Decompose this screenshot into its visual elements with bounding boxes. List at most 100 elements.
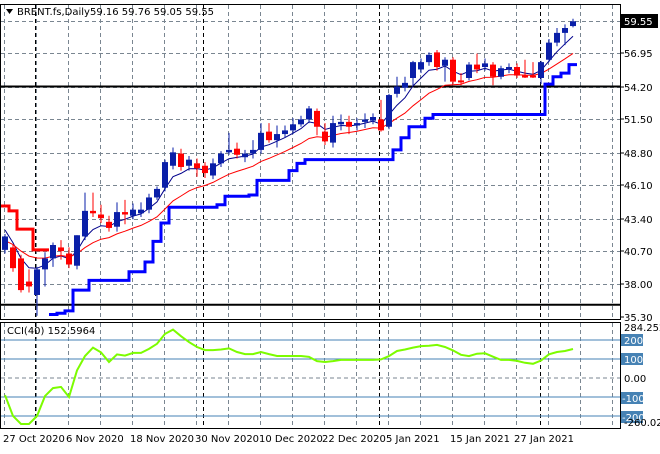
bearish-candle bbox=[98, 214, 104, 219]
bullish-candle bbox=[2, 236, 8, 250]
bearish-candle bbox=[522, 75, 528, 78]
bearish-candle bbox=[234, 148, 240, 155]
date-label: 27 Oct 2020 bbox=[3, 434, 65, 445]
bullish-candle bbox=[498, 68, 504, 77]
bullish-candle bbox=[482, 63, 488, 68]
bearish-candle bbox=[26, 281, 32, 287]
bullish-candle bbox=[218, 153, 224, 164]
bearish-candle bbox=[194, 163, 200, 169]
bullish-candle bbox=[418, 62, 424, 70]
bearish-candle bbox=[378, 119, 384, 131]
bullish-candle bbox=[250, 149, 256, 154]
price-label: 46.10 bbox=[624, 181, 653, 192]
bullish-candle bbox=[298, 119, 304, 125]
brent-daily-chart[interactable]: BRENT.fs,Daily 59.16 59.76 59.05 59.55 5… bbox=[0, 0, 660, 450]
bullish-candle bbox=[154, 188, 160, 198]
bullish-candle bbox=[330, 123, 336, 143]
cci-level-label: 0.00 bbox=[624, 374, 646, 385]
cci-min-label: -260.028 bbox=[624, 418, 660, 429]
bullish-candle bbox=[386, 95, 392, 127]
bearish-candle bbox=[122, 212, 128, 215]
bearish-candle bbox=[18, 258, 24, 291]
bearish-candle bbox=[314, 110, 320, 127]
bullish-candle bbox=[138, 209, 144, 214]
bearish-candle bbox=[450, 59, 456, 82]
bullish-candle bbox=[226, 149, 232, 153]
bullish-candle bbox=[210, 163, 216, 176]
bullish-candle bbox=[50, 244, 56, 259]
date-label: 18 Nov 2020 bbox=[130, 434, 194, 445]
price-label: 38.00 bbox=[624, 280, 653, 291]
bullish-candle bbox=[370, 116, 376, 121]
price-label: 40.70 bbox=[624, 247, 653, 258]
bullish-candle bbox=[242, 153, 248, 158]
bearish-candle bbox=[474, 64, 480, 70]
date-label: 22 Dec 2020 bbox=[322, 434, 386, 445]
bullish-candle bbox=[282, 130, 288, 135]
current-price-label: 59.55 bbox=[624, 17, 653, 28]
ohlc-readout: 59.16 59.76 59.05 59.55 bbox=[90, 7, 214, 18]
bearish-candle bbox=[106, 221, 112, 228]
bullish-candle bbox=[146, 197, 152, 210]
bullish-candle bbox=[410, 62, 416, 78]
bearish-candle bbox=[202, 165, 208, 174]
bearish-candle bbox=[58, 247, 64, 252]
time-axis: 27 Oct 2020 6 Nov 2020 18 Nov 2020 30 No… bbox=[3, 434, 574, 445]
bullish-candle bbox=[290, 124, 296, 131]
date-label: 15 Jan 2021 bbox=[450, 434, 510, 445]
bearish-candle bbox=[90, 210, 96, 214]
bearish-candle bbox=[66, 253, 72, 265]
bullish-candle bbox=[306, 108, 312, 120]
bullish-candle bbox=[170, 152, 176, 166]
bullish-candle bbox=[34, 269, 40, 295]
date-label: 10 Dec 2020 bbox=[259, 434, 323, 445]
bullish-candle bbox=[258, 132, 264, 150]
price-label: 54.20 bbox=[624, 83, 653, 94]
bullish-candle bbox=[186, 159, 192, 166]
bullish-candle bbox=[354, 123, 360, 126]
symbol-label: BRENT.fs,Daily bbox=[17, 7, 90, 18]
bullish-candle bbox=[466, 64, 472, 78]
cci-title: CCI(40) 152.5964 bbox=[7, 326, 95, 337]
bullish-candle bbox=[402, 82, 408, 88]
bullish-candle bbox=[274, 134, 280, 141]
bullish-candle bbox=[162, 162, 168, 188]
bearish-candle bbox=[458, 80, 464, 83]
price-label: 48.80 bbox=[624, 149, 653, 160]
bullish-candle bbox=[82, 210, 88, 237]
bullish-candle bbox=[442, 59, 448, 66]
bullish-candle bbox=[114, 212, 120, 227]
bullish-candle bbox=[338, 121, 344, 125]
price-label: 56.95 bbox=[624, 49, 653, 60]
bearish-candle bbox=[434, 52, 440, 68]
date-label: 30 Nov 2020 bbox=[195, 434, 259, 445]
bullish-candle bbox=[362, 119, 368, 122]
price-label: 43.40 bbox=[624, 215, 653, 226]
bullish-candle bbox=[394, 86, 400, 94]
bearish-candle bbox=[266, 131, 272, 141]
bullish-candle bbox=[538, 62, 544, 78]
cci-max-label: 284.2522 bbox=[624, 323, 660, 334]
bullish-candle bbox=[42, 258, 48, 270]
date-label: 5 Jan 2021 bbox=[386, 434, 440, 445]
bullish-candle bbox=[74, 235, 80, 266]
bearish-candle bbox=[514, 67, 520, 76]
cci-level-label: 200 bbox=[624, 336, 643, 347]
bullish-candle bbox=[546, 42, 552, 60]
bullish-candle bbox=[562, 28, 568, 33]
price-label: 51.50 bbox=[624, 115, 653, 126]
date-label: 27 Jan 2021 bbox=[514, 434, 574, 445]
bearish-candle bbox=[322, 131, 328, 142]
bearish-candle bbox=[10, 247, 16, 269]
bearish-candle bbox=[178, 153, 184, 167]
bearish-candle bbox=[490, 64, 496, 77]
cci-level-label: -100 bbox=[622, 394, 645, 405]
bullish-candle bbox=[426, 54, 432, 63]
cci-level-label: 100 bbox=[624, 355, 643, 366]
bullish-candle bbox=[554, 32, 560, 43]
bullish-candle bbox=[570, 21, 576, 27]
date-label: 6 Nov 2020 bbox=[66, 434, 124, 445]
bullish-candle bbox=[130, 209, 136, 216]
bearish-candle bbox=[530, 75, 536, 78]
bearish-candle bbox=[346, 121, 352, 127]
